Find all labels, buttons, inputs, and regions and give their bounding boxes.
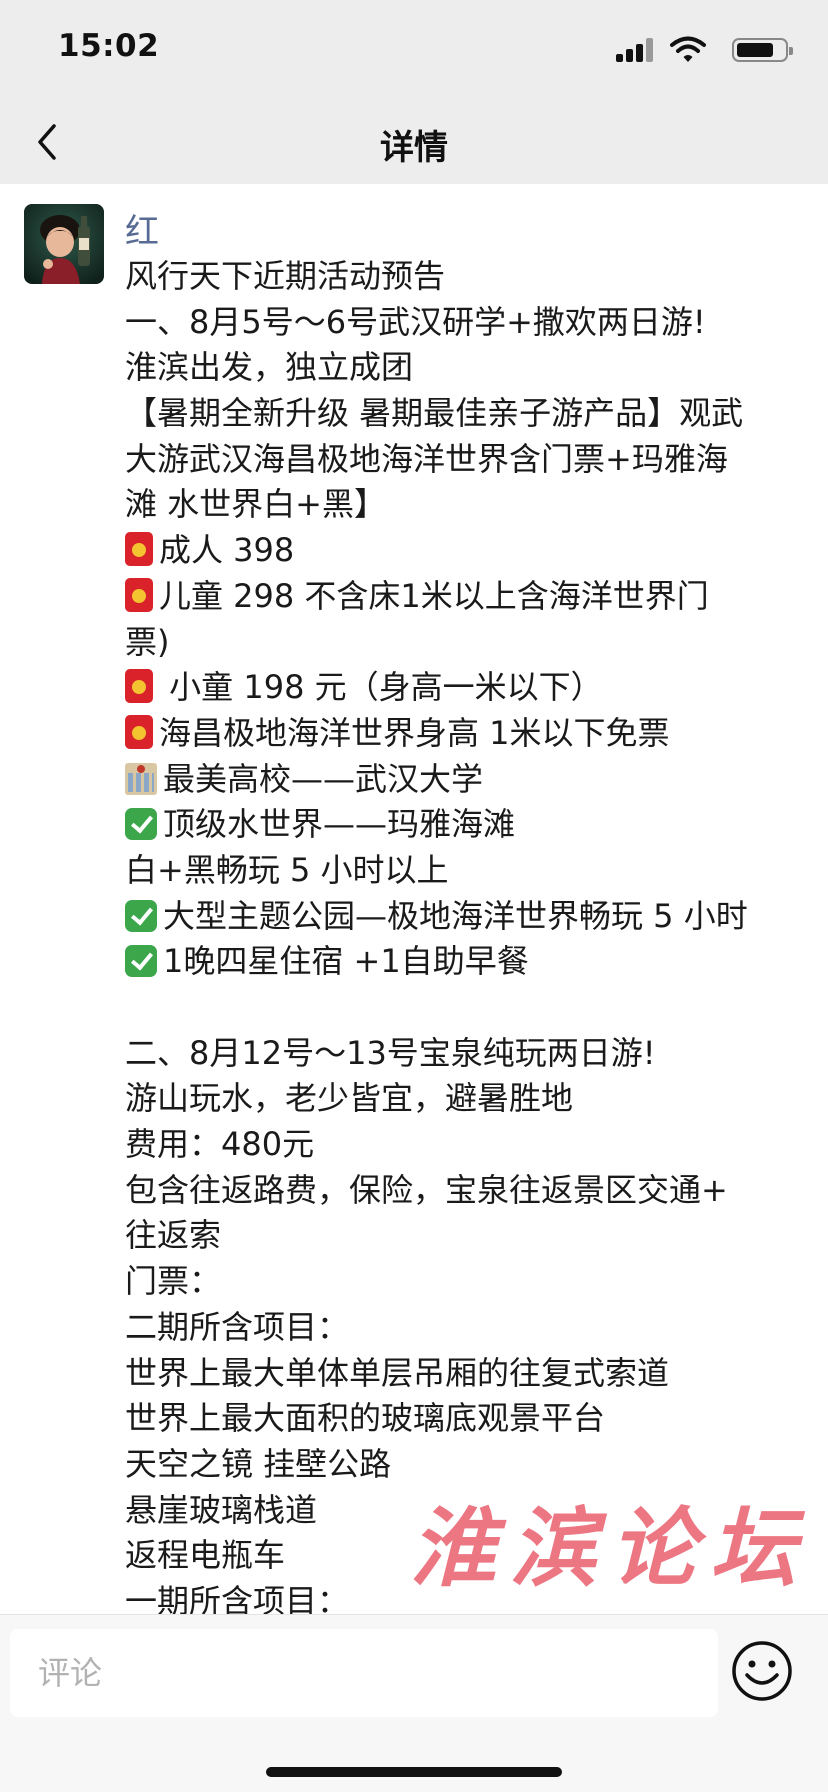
- post-line-text: 1晚四星住宿 +1自助早餐: [163, 942, 529, 981]
- post-line: 二、8月12号～13号宝泉纯玩两日游!: [125, 1031, 805, 1077]
- post-line-text: 大游武汉海昌极地海洋世界含门票+玛雅海: [125, 439, 728, 478]
- post-line: 儿童 298 不含床1米以上含海洋世界门: [125, 574, 805, 620]
- post-line-text: 淮滨出发，独立成团: [125, 348, 414, 387]
- red-envelope-icon: [125, 669, 153, 704]
- home-indicator: [266, 1767, 562, 1777]
- post-line-text: 风行天下近期活动预告: [125, 257, 446, 295]
- post-line-text: 游山玩水，老少皆宜，避暑胜地: [125, 1079, 574, 1118]
- post-line-text: 往返索: [125, 1216, 222, 1255]
- post-line: [125, 985, 805, 1031]
- status-icons: [594, 36, 794, 64]
- post-line-text: 最美高校——武汉大学: [163, 759, 484, 798]
- post-line-text: 包含往返路费，保险，宝泉往返景区交通+: [125, 1170, 728, 1209]
- page-title: 详情: [380, 128, 448, 168]
- comment-input[interactable]: [10, 1629, 718, 1717]
- post: 红 风行天下近期活动预告一、8月5号～6号武汉研学+撒欢两日游! 淮滨出发，独立成…: [0, 184, 828, 1614]
- status-time: 15:02: [58, 28, 160, 64]
- post-line: 一、8月5号～6号武汉研学+撒欢两日游!: [125, 300, 805, 346]
- signal-icon: [616, 38, 654, 62]
- post-line-text: 一期所含项目：: [125, 1581, 350, 1614]
- author-name[interactable]: 红: [125, 204, 159, 253]
- post-line-text: 门票：: [125, 1262, 222, 1301]
- post-line: 风行天下近期活动预告: [125, 254, 805, 300]
- avatar-image: [24, 204, 104, 284]
- post-line-text: 返程电瓶车: [125, 1536, 286, 1575]
- avatar[interactable]: [24, 204, 104, 284]
- red-envelope-icon: [125, 532, 153, 567]
- post-line: 最美高校——武汉大学: [125, 757, 805, 803]
- post-line-text: 白+黑畅玩 5 小时以上: [125, 850, 449, 889]
- post-line: 大游武汉海昌极地海洋世界含门票+玛雅海: [125, 437, 805, 483]
- watermark: 淮滨论坛: [410, 1498, 810, 1599]
- comment-bar: [0, 1614, 828, 1792]
- red-envelope-icon: [125, 577, 153, 612]
- post-line: 海昌极地海洋世界身高 1米以下免票: [125, 711, 805, 757]
- post-line: 世界上最大单体单层吊厢的往复式索道: [125, 1351, 805, 1397]
- post-line: 白+黑畅玩 5 小时以上: [125, 848, 805, 894]
- school-icon: [125, 762, 157, 795]
- post-line: 顶级水世界——玛雅海滩: [125, 802, 805, 848]
- post-line-text: 顶级水世界——玛雅海滩: [163, 805, 516, 844]
- status-bar: 15:02: [0, 0, 828, 100]
- post-line-text: 世界上最大单体单层吊厢的往复式索道: [125, 1353, 670, 1392]
- wifi-icon: [670, 36, 706, 62]
- post-line-text: 一、8月5号～6号武汉研学+撒欢两日游!: [125, 302, 706, 341]
- post-line-text: 二期所含项目：: [125, 1307, 350, 1346]
- post-line: 【暑期全新升级 暑期最佳亲子游产品】观武: [125, 391, 805, 437]
- post-line-text: 天空之镜 挂壁公路: [125, 1444, 392, 1483]
- red-envelope-icon: [125, 714, 153, 749]
- post-line: 往返索: [125, 1213, 805, 1259]
- nav-bar: 详情: [0, 100, 828, 184]
- post-line-text: 费用：480元: [125, 1125, 315, 1164]
- post-line: 门票：: [125, 1259, 805, 1305]
- post-line-text: 成人 398: [159, 531, 295, 570]
- check-icon: [125, 808, 157, 841]
- post-line: 费用：480元: [125, 1122, 805, 1168]
- battery-icon: [732, 38, 793, 62]
- post-line: 成人 398: [125, 528, 805, 574]
- emoji-button[interactable]: [730, 1639, 794, 1703]
- post-line: 世界上最大面积的玻璃底观景平台: [125, 1396, 805, 1442]
- post-line-text: 世界上最大面积的玻璃底观景平台: [125, 1399, 606, 1438]
- post-line-text: 滩 水世界白+黑】: [125, 485, 386, 524]
- post-line-text: 海昌极地海洋世界身高 1米以下免票: [159, 713, 670, 752]
- post-line-text: 大型主题公园—极地海洋世界畅玩 5 小时: [163, 896, 748, 935]
- post-line-text: 悬崖玻璃栈道: [125, 1490, 318, 1529]
- check-icon: [125, 899, 157, 932]
- post-line: 票): [125, 620, 805, 666]
- post-line: 滩 水世界白+黑】: [125, 482, 805, 528]
- post-line: 小童 198 元（身高一米以下）: [125, 665, 805, 711]
- check-icon: [125, 945, 157, 978]
- post-line: 游山玩水，老少皆宜，避暑胜地: [125, 1076, 805, 1122]
- post-line-text: 小童 198 元（身高一米以下）: [159, 668, 603, 707]
- smiley-face-icon: [732, 1641, 792, 1701]
- post-line: 淮滨出发，独立成团: [125, 345, 805, 391]
- post-content: 风行天下近期活动预告一、8月5号～6号武汉研学+撒欢两日游! 淮滨出发，独立成团【…: [125, 254, 805, 1614]
- post-line-text: 票): [125, 622, 170, 661]
- post-line: 1晚四星住宿 +1自助早餐: [125, 939, 805, 985]
- post-line-text: 儿童 298 不含床1米以上含海洋世界门: [159, 576, 709, 615]
- post-line-text: 二、8月12号～13号宝泉纯玩两日游!: [125, 1033, 656, 1072]
- post-line: 包含往返路费，保险，宝泉往返景区交通+: [125, 1168, 805, 1214]
- post-line-text: 【暑期全新升级 暑期最佳亲子游产品】观武: [125, 394, 744, 433]
- post-line: 二期所含项目：: [125, 1305, 805, 1351]
- post-line: 大型主题公园—极地海洋世界畅玩 5 小时: [125, 894, 805, 940]
